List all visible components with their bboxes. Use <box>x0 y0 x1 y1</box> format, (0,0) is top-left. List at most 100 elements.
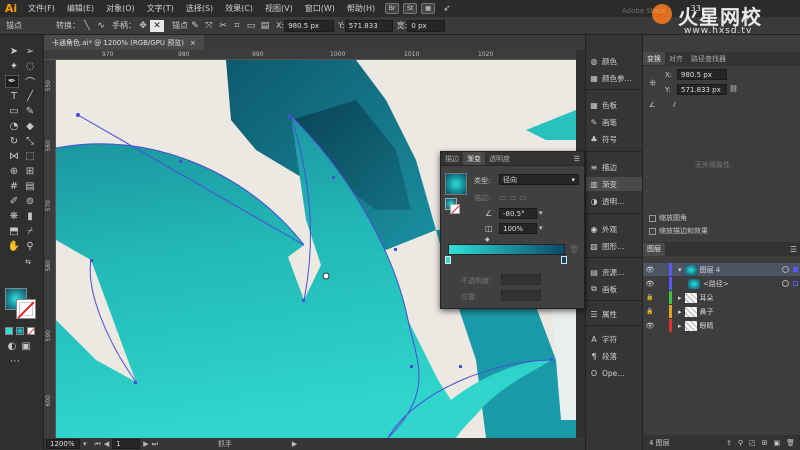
draw-mode-icon[interactable]: ◐ <box>5 340 19 353</box>
panel-x-field[interactable]: 980.5 px <box>677 69 727 80</box>
collapse-icon[interactable]: ▸ <box>678 308 682 316</box>
none-mode-button[interactable] <box>27 327 36 336</box>
align-icon[interactable]: ▤ <box>258 20 272 32</box>
scale-strokes-checkbox[interactable] <box>649 227 656 235</box>
menu-view[interactable]: 视图(V) <box>259 3 299 14</box>
prev-page-icon[interactable]: ◀ <box>104 440 109 448</box>
layer-row[interactable]: 👁 ▾ 图层 4 <box>643 263 800 276</box>
tab-layers[interactable]: 图层 <box>643 242 665 256</box>
eye-icon[interactable]: 👁 <box>643 322 657 330</box>
clip-mask-icon[interactable]: ◰ <box>749 439 756 447</box>
mesh-tool-icon[interactable]: # <box>7 180 21 193</box>
tab-transparency[interactable]: 透明度 <box>485 152 514 165</box>
grid-layout-icon[interactable]: ▦ <box>421 3 436 14</box>
line-tool-icon[interactable]: ╱ <box>23 90 37 103</box>
position-field[interactable] <box>501 290 541 301</box>
handle-hide-icon[interactable]: ✕ <box>150 19 164 32</box>
dock-color[interactable]: ◍ 颜色 <box>589 54 618 68</box>
artboard-tool-icon[interactable]: ⬒ <box>7 225 21 238</box>
layer-row[interactable]: 🔒 ▸ 鼻子 <box>643 305 800 318</box>
eye-icon[interactable]: 👁 <box>643 266 657 274</box>
stock-button[interactable]: St <box>403 3 418 14</box>
paintbrush-icon[interactable]: ✎ <box>23 105 37 118</box>
menu-help[interactable]: 帮助(H) <box>341 3 381 14</box>
hand-tool-icon[interactable]: ✋ <box>7 240 21 253</box>
lock-icon[interactable]: 🔒 <box>643 294 657 301</box>
dock-appearance[interactable]: ◉ 外观 <box>589 222 618 236</box>
dock-transparency[interactable]: ◑ 透明… <box>589 194 625 208</box>
new-sublayer-icon[interactable]: ⊞ <box>762 439 768 447</box>
ratio-dropdown-icon[interactable]: ▾ <box>539 224 543 232</box>
close-tab-icon[interactable]: × <box>190 39 196 47</box>
dock-artboards[interactable]: ⧉ 画板 <box>589 282 617 296</box>
tab-pathfinder[interactable]: 路径查找器 <box>687 52 730 65</box>
eraser-icon[interactable]: ◆ <box>23 120 37 133</box>
eyedropper-icon[interactable]: ✐ <box>7 195 21 208</box>
scale-strokes-row[interactable]: 缩放描边和效果 <box>649 226 708 236</box>
rect-select-icon[interactable]: ▭ <box>244 20 258 32</box>
convert-corner-icon[interactable]: ╲ <box>80 20 94 32</box>
scale-corners-row[interactable]: 缩放圆角 <box>649 213 687 223</box>
gradient-preview-swatch[interactable] <box>445 173 467 195</box>
reference-point-icon[interactable]: ⁜ <box>649 79 657 89</box>
link-proportions-icon[interactable]: ⛓ <box>729 85 738 93</box>
isolate-icon[interactable]: ⌗ <box>230 20 244 32</box>
next-page-icon[interactable]: ▶ <box>143 440 148 448</box>
menu-edit[interactable]: 编辑(E) <box>61 3 100 14</box>
new-layer-icon[interactable]: ▣ <box>773 439 780 447</box>
gradient-stop-end[interactable] <box>561 256 567 264</box>
dock-color-guide[interactable]: ▦ 颜色参… <box>589 71 632 85</box>
horizontal-ruler[interactable]: 970 980 990 1000 1010 1020 <box>44 50 576 60</box>
search-icon[interactable]: ⚲ <box>738 439 743 447</box>
remove-anchor-icon[interactable]: ✎ <box>188 20 202 32</box>
menu-window[interactable]: 窗口(W) <box>299 3 341 14</box>
expand-icon[interactable]: ▾ <box>678 266 682 274</box>
gradient-tool-icon[interactable]: ▤ <box>23 180 37 193</box>
more-tools-icon[interactable]: ⋯ <box>8 355 22 368</box>
dock-opentype[interactable]: O Ope… <box>589 366 625 380</box>
dock-symbols[interactable]: ♣ 符号 <box>589 132 617 146</box>
blend-tool-icon[interactable]: ⊚ <box>23 195 37 208</box>
target-icon[interactable] <box>782 280 789 287</box>
cut-path-icon[interactable]: ✂ <box>216 20 230 32</box>
convert-smooth-icon[interactable]: ∿ <box>94 20 108 32</box>
last-page-icon[interactable]: ⏭ <box>152 440 158 449</box>
tab-stroke[interactable]: 描边 <box>441 152 463 165</box>
perspective-grid-icon[interactable]: ⊞ <box>23 165 37 178</box>
dock-graphic-styles[interactable]: ▧ 图形… <box>589 239 624 253</box>
zoom-tool-icon[interactable]: ⚲ <box>23 240 37 253</box>
export-icon[interactable]: ⇪ <box>726 439 732 447</box>
screen-mode-icon[interactable]: ▣ <box>19 340 33 353</box>
tab-align[interactable]: 对齐 <box>665 52 687 65</box>
tab-transform[interactable]: 变换 <box>643 52 665 65</box>
target-icon[interactable] <box>782 266 789 273</box>
dock-paragraph[interactable]: ¶ 段落 <box>589 349 617 363</box>
midpoint-diamond-icon[interactable]: ◆ <box>485 236 490 243</box>
angle-dropdown-icon[interactable]: ▾ <box>539 209 543 217</box>
layer-row[interactable]: 🔒 ▸ 耳朵 <box>643 291 800 304</box>
rotate-tool-icon[interactable]: ↻ <box>7 135 21 148</box>
menu-type[interactable]: 文字(T) <box>141 3 180 14</box>
collapse-icon[interactable]: ▸ <box>678 322 682 330</box>
dock-properties[interactable]: ☰ 属性 <box>589 307 617 321</box>
x-field[interactable]: 980.5 px <box>284 19 335 32</box>
collapse-icon[interactable]: ▸ <box>678 294 682 302</box>
trash-icon[interactable]: 🗑 <box>786 439 795 447</box>
layer-row[interactable]: 👁 <路径> <box>643 277 800 290</box>
layer-row[interactable]: 👁 ▸ 眼睛 <box>643 319 800 332</box>
status-arrow-icon[interactable]: ▶ <box>292 440 297 448</box>
dock-gradient[interactable]: ▥ 渐变 <box>586 177 643 191</box>
dock-stroke[interactable]: ≡ 描边 <box>589 160 617 174</box>
shape-builder-icon[interactable]: ⊕ <box>7 165 21 178</box>
menu-file[interactable]: 文件(F) <box>22 3 61 14</box>
handle-show-icon[interactable]: ✥ <box>136 20 150 32</box>
curvature-tool-icon[interactable]: ⌒ <box>23 75 37 89</box>
zoom-dropdown-icon[interactable]: ▾ <box>83 440 87 448</box>
w-field[interactable]: 0 px <box>407 19 446 32</box>
gradient-stop-start[interactable] <box>445 256 451 264</box>
aspect-ratio-field[interactable]: 100% <box>499 223 537 234</box>
first-page-icon[interactable]: ⏮ <box>95 440 101 449</box>
menu-object[interactable]: 对象(O) <box>100 3 141 14</box>
zoom-field[interactable]: 1200% <box>46 439 80 449</box>
layers-menu-icon[interactable]: ☰ <box>790 245 797 254</box>
